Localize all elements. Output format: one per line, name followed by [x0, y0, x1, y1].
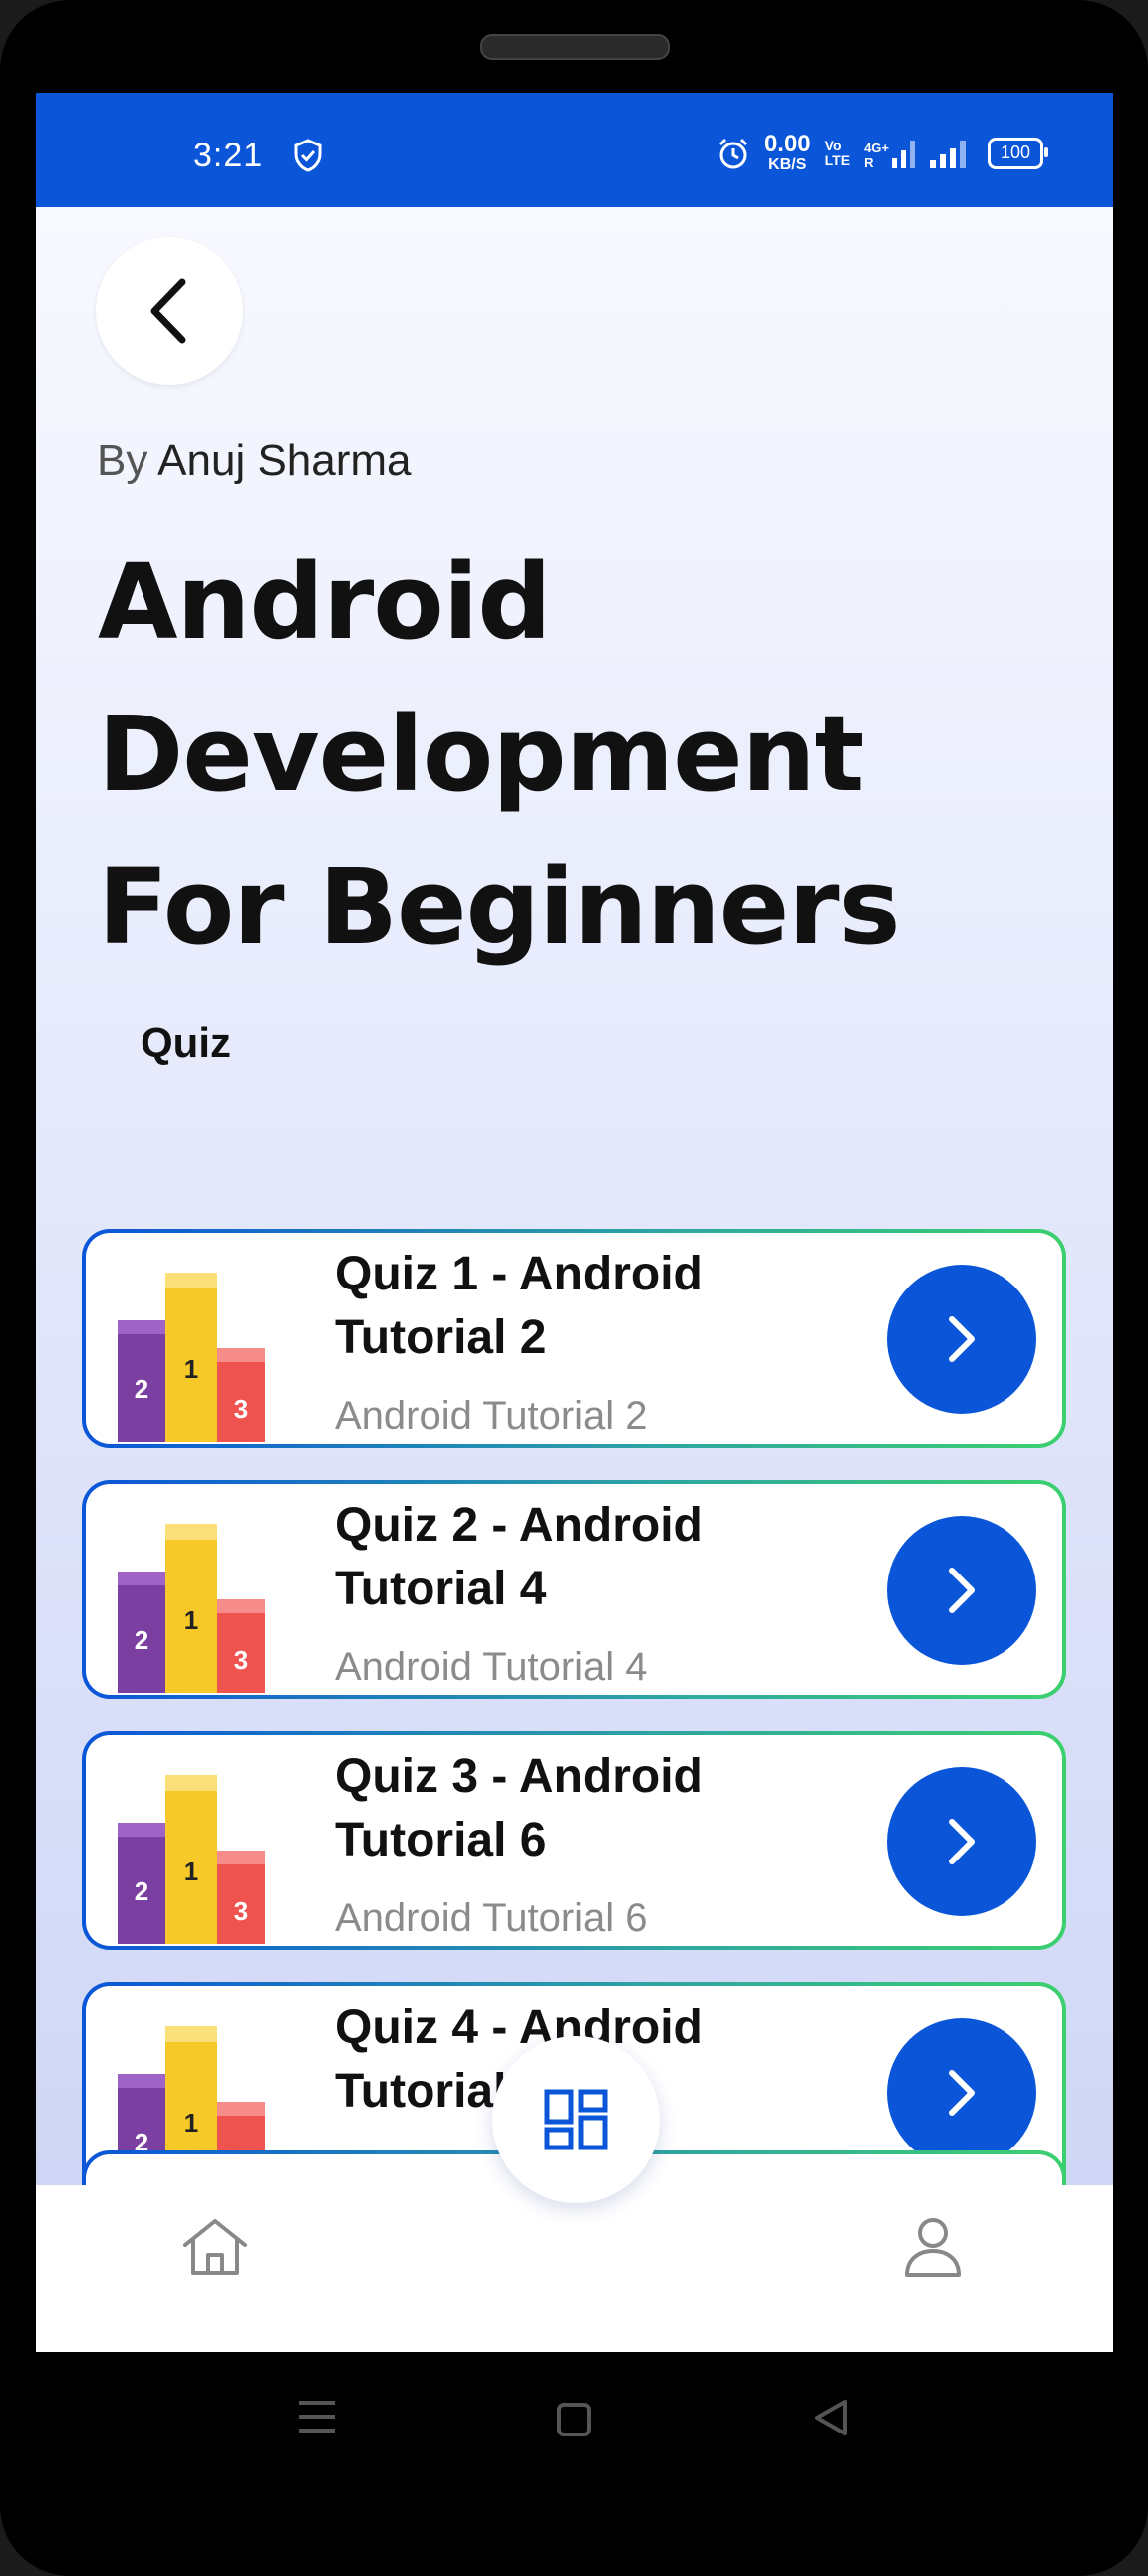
open-quiz-button[interactable]: [887, 1265, 1036, 1414]
podium-icon: 2 1 3: [118, 1524, 265, 1693]
status-icons: 0.00 KB/S Vo LTE 4G+ R 100: [717, 131, 1048, 174]
chevron-right-icon: [949, 1316, 975, 1362]
data-signal-icon: [892, 140, 915, 168]
podium-rank-1: 1: [184, 2108, 198, 2138]
course-author: By Anuj Sharma: [97, 436, 412, 486]
chevron-right-icon: [949, 1819, 975, 1864]
quiz-subtitle: Android Tutorial 6: [335, 1896, 648, 1940]
course-title: Android Development For Beginners: [98, 541, 900, 968]
shield-check-icon: [294, 139, 322, 172]
author-name: Anuj Sharma: [157, 436, 412, 485]
chevron-right-icon: [949, 2070, 975, 2116]
app-screen: 3:21 0.00 KB/S Vo LTE 4G+ R 100 By Anuj …: [36, 93, 1113, 2352]
network-type: 4G+ R: [864, 137, 916, 170]
quiz-card-inner: 2 1 3 Quiz 2 - Android Tutorial 4 Androi…: [86, 1484, 1062, 1695]
podium-rank-1: 1: [184, 1354, 198, 1384]
open-quiz-button[interactable]: [887, 1516, 1036, 1665]
phone-frame: 3:21 0.00 KB/S Vo LTE 4G+ R 100 By Anuj …: [0, 0, 1148, 2576]
chevron-right-icon: [949, 1568, 975, 1613]
open-quiz-button[interactable]: [887, 1767, 1036, 1916]
course-detail: By Anuj Sharma Android Development For B…: [36, 207, 1113, 2352]
speed-value: 0.00: [763, 131, 811, 157]
podium-rank-3: 3: [234, 1896, 248, 1926]
quiz-card-inner: 2 1 3 Quiz 3 - Android Tutorial 6 Androi…: [86, 1735, 1062, 1946]
podium-rank-2: 2: [135, 1876, 148, 1906]
quiz-card[interactable]: 2 1 3 Quiz 1 - Android Tutorial 2 Androi…: [82, 1229, 1066, 1448]
speed-unit: KB/S: [768, 156, 807, 173]
podium-rank-3: 3: [234, 1645, 248, 1675]
network-roaming: R: [864, 154, 874, 170]
quiz-title: Quiz 3 - Android Tutorial 6: [335, 1750, 703, 1866]
open-quiz-button[interactable]: [887, 2018, 1036, 2167]
status-time: 3:21: [193, 137, 264, 174]
author-prefix: By: [97, 436, 148, 485]
volte-indicator: Vo LTE: [824, 137, 851, 168]
quiz-subtitle: Android Tutorial 2: [335, 1394, 648, 1438]
quiz-card[interactable]: 2 1 3 Quiz 2 - Android Tutorial 4 Androi…: [82, 1480, 1066, 1699]
section-label-quiz: Quiz: [141, 1019, 231, 1066]
battery-indicator: 100: [988, 137, 1048, 169]
volte-top: Vo: [824, 137, 842, 153]
podium-rank-1: 1: [184, 1857, 198, 1886]
system-home-icon[interactable]: [556, 2402, 592, 2437]
podium-rank-1: 1: [184, 1605, 198, 1635]
recent-apps-icon[interactable]: [297, 2397, 337, 2436]
system-back-icon[interactable]: [813, 2398, 849, 2437]
quiz-subtitle: Android Tutorial 4: [335, 1645, 648, 1689]
podium-icon: 2 1 3: [118, 1273, 265, 1442]
home-icon[interactable]: [179, 2215, 251, 2279]
network-label: 4G+: [864, 140, 889, 155]
alarm-icon: [718, 138, 747, 168]
user-icon[interactable]: [903, 2215, 963, 2279]
quiz-title: Quiz 1 - Android Tutorial 2: [335, 1248, 703, 1364]
podium-rank-2: 2: [135, 1625, 148, 1655]
dashboard-button[interactable]: [492, 2036, 660, 2203]
status-bar: 3:21 0.00 KB/S Vo LTE 4G+ R 100: [36, 93, 1113, 207]
dashboard-grid-icon: [544, 2089, 608, 2150]
network-speed: 0.00 KB/S: [763, 131, 811, 174]
quiz-title: Quiz 2 - Android Tutorial 4: [335, 1499, 703, 1615]
quiz-card-inner: 2 1 3 Quiz 1 - Android Tutorial 2 Androi…: [86, 1233, 1062, 1444]
signal-strength-icon: [930, 140, 966, 168]
speaker-grille: [480, 34, 670, 60]
back-button[interactable]: [96, 237, 243, 385]
chevron-left-icon: [150, 278, 186, 344]
podium-rank-2: 2: [135, 1374, 148, 1404]
podium-rank-3: 3: [234, 1394, 248, 1424]
quiz-card[interactable]: 2 1 3 Quiz 3 - Android Tutorial 6 Androi…: [82, 1731, 1066, 1950]
volte-bottom: LTE: [824, 151, 851, 168]
podium-icon: 2 1 3: [118, 1775, 265, 1944]
